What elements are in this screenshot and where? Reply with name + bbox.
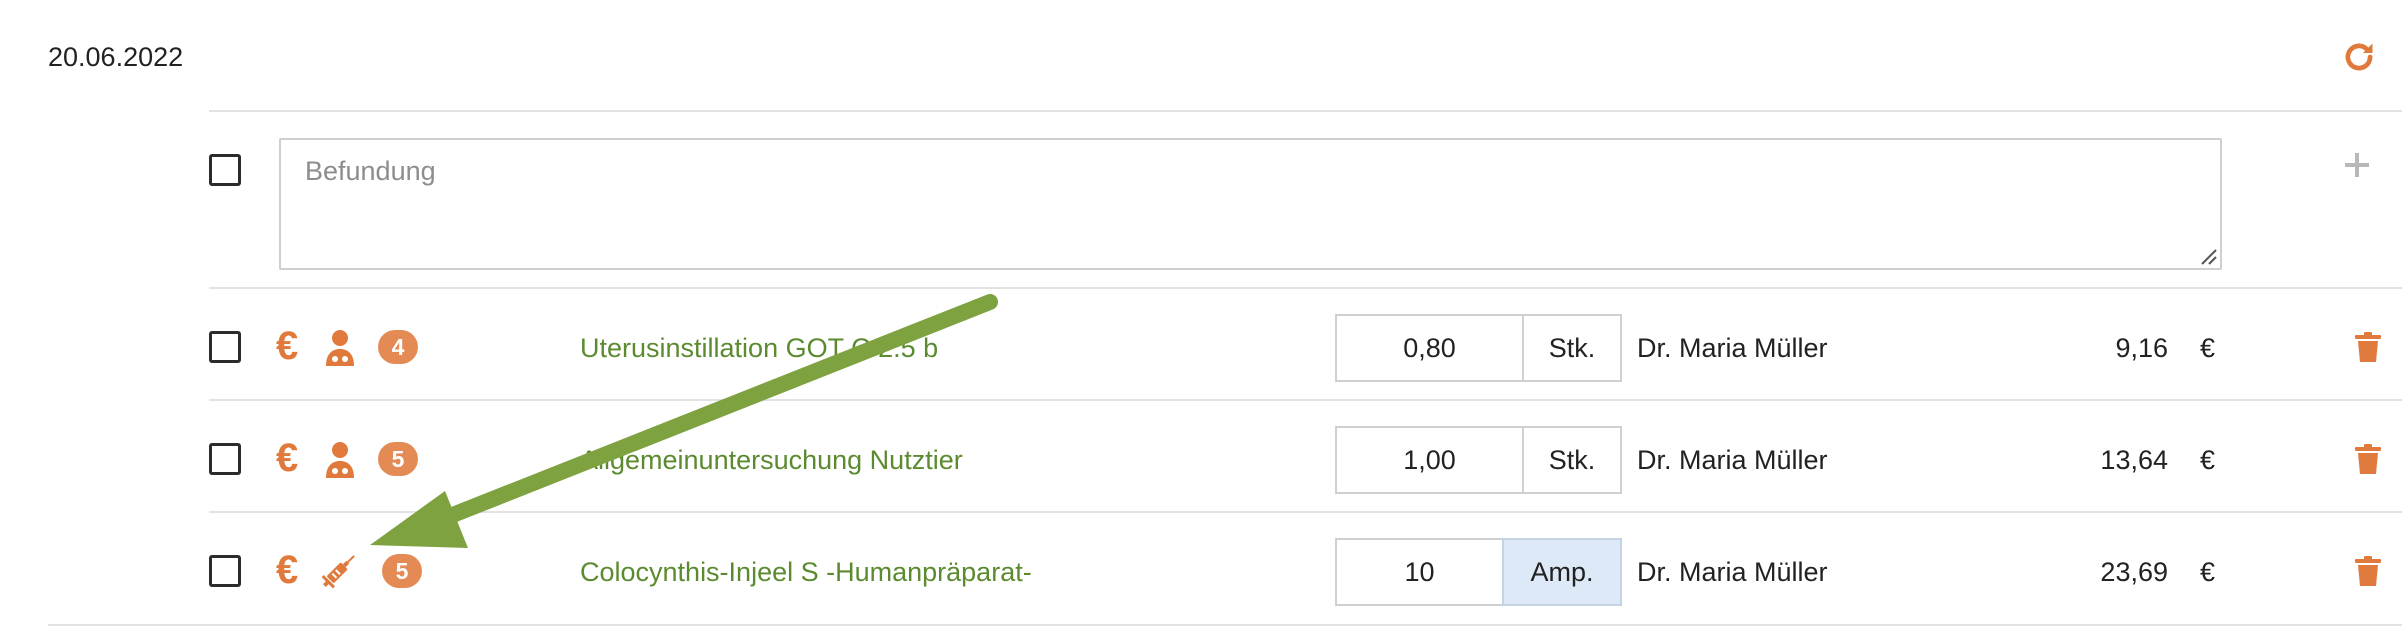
row-checkbox[interactable] [209,331,241,363]
annotation-arrow [370,294,998,548]
unit-selector[interactable]: Stk. [1522,426,1622,494]
divider [209,399,2402,401]
trash-icon[interactable] [2354,555,2382,587]
euro-icon: € [276,436,299,480]
count-badge: 5 [382,554,422,588]
resize-handle-icon[interactable] [2196,244,2218,266]
row-checkbox[interactable] [209,443,241,475]
price-value: 23,69 [2100,557,2168,587]
refresh-icon[interactable] [2340,38,2378,76]
unit-selector[interactable]: Amp. [1502,538,1622,606]
findings-checkbox[interactable] [209,154,241,186]
findings-textarea[interactable] [279,138,2222,270]
currency-symbol: € [2200,445,2216,475]
currency-symbol: € [2200,333,2216,363]
doctor-name: Dr. Maria Müller [1637,445,1828,475]
currency-symbol: € [2200,557,2216,587]
price-value: 9,16 [2115,333,2168,363]
veterinarian-icon [326,442,354,478]
plus-icon[interactable] [2342,150,2372,180]
doctor-name: Dr. Maria Müller [1637,557,1828,587]
doctor-name: Dr. Maria Müller [1637,333,1828,363]
service-name[interactable]: Colocynthis-Injeel S -Humanpräparat- [580,557,1032,588]
euro-icon: € [276,324,299,368]
price-value: 13,64 [2100,445,2168,475]
divider [48,624,2402,626]
divider [209,287,2402,289]
count-badge: 4 [378,330,418,364]
quantity-input[interactable] [1335,538,1502,606]
unit-selector[interactable]: Stk. [1522,314,1622,382]
quantity-input[interactable] [1335,314,1522,382]
syringe-icon [321,555,355,589]
veterinarian-icon [326,330,354,366]
divider [209,110,2402,112]
quantity-input[interactable] [1335,426,1522,494]
euro-icon: € [276,548,299,592]
count-badge: 5 [378,442,418,476]
service-name[interactable]: Allgemeinuntersuchung Nutztier [580,445,963,476]
record-date: 20.06.2022 [48,42,184,72]
trash-icon[interactable] [2354,443,2382,475]
divider [209,511,2402,513]
row-checkbox[interactable] [209,555,241,587]
trash-icon[interactable] [2354,331,2382,363]
service-name[interactable]: Uterusinstillation GOT C 2.5 b [580,333,938,364]
